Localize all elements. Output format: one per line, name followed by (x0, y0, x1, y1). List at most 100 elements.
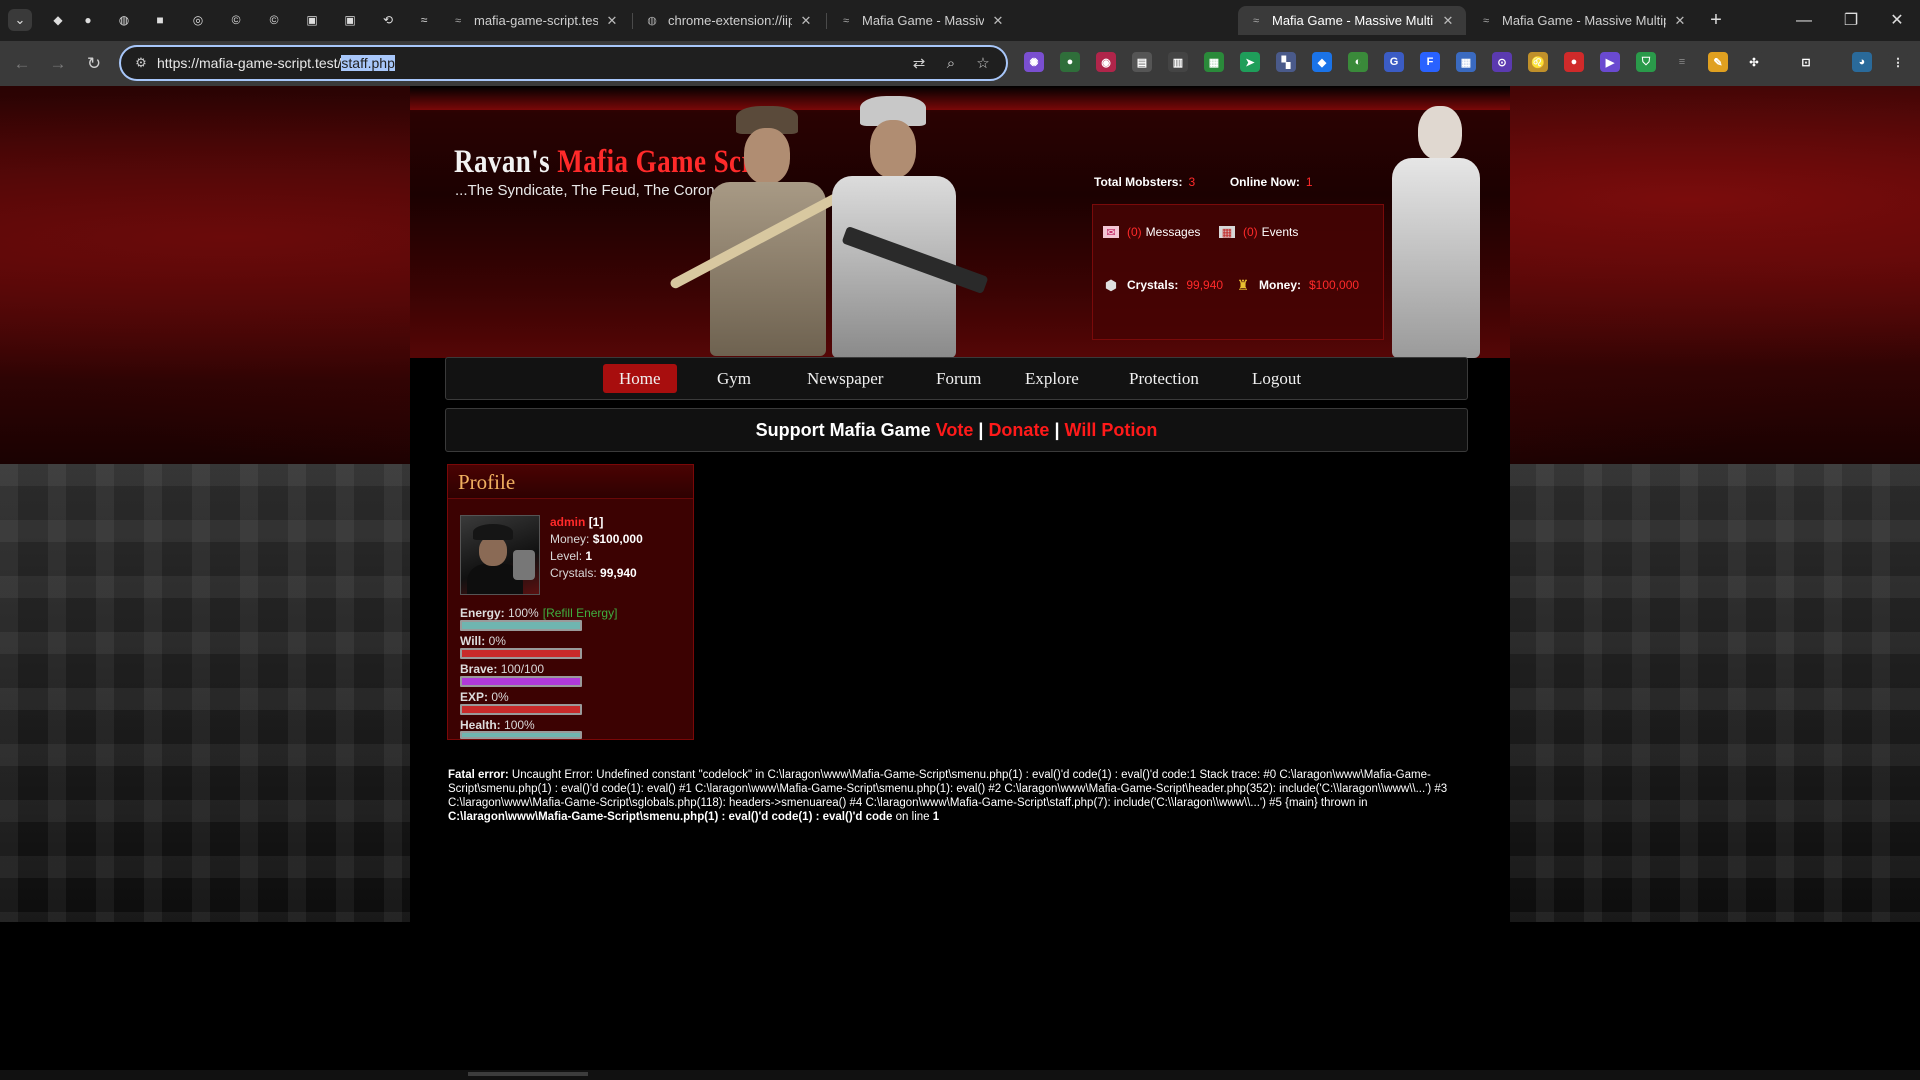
url-text[interactable]: https://mafia-game-script.test/staff.php (157, 55, 395, 71)
pinned-tab-web-icon[interactable]: ◎ (188, 10, 208, 30)
energy-bar-fill (462, 622, 580, 629)
reload-button[interactable]: ↻ (80, 50, 108, 78)
bookmark-star-icon[interactable]: ☆ (973, 54, 993, 74)
address-bar[interactable]: ⚙ https://mafia-game-script.test/staff.p… (119, 45, 1008, 81)
nav-gym[interactable]: Gym (701, 364, 767, 393)
pinned-tab-shield-icon[interactable]: ▣ (302, 10, 322, 30)
extension-table-icon[interactable]: ▦ (1456, 52, 1476, 72)
exp-bar (460, 704, 582, 715)
forward-button[interactable]: → (44, 50, 72, 78)
donate-link[interactable]: Donate (988, 420, 1049, 440)
extension-print-icon[interactable]: ▤ (1132, 52, 1152, 72)
scrollbar-thumb[interactable] (468, 1072, 588, 1076)
pinned-tab-code2-icon[interactable]: ≈ (414, 10, 434, 30)
nav-forum[interactable]: Forum (920, 364, 997, 393)
main-navigation: Home Gym Newspaper Forum Explore Protect… (445, 357, 1468, 400)
health-value: 100% (504, 718, 535, 732)
money-row: Money: $100,000 (550, 532, 643, 546)
extension-puzzle-icon[interactable]: ✺ (1024, 52, 1044, 72)
extension-red-icon[interactable]: ● (1564, 52, 1584, 72)
nav-protection[interactable]: Protection (1113, 364, 1215, 393)
pinned-tab-c-icon[interactable]: © (226, 10, 246, 30)
extension-hidden-icon[interactable]: ≡ (1672, 52, 1692, 72)
brave-bar (460, 676, 582, 687)
tab-test-staff[interactable]: ≈ mafia-game-script.test/test_st ✕ (440, 6, 630, 35)
pinned-tab-code-icon[interactable]: ⟲ (378, 10, 398, 30)
code-icon: ≈ (1252, 14, 1260, 27)
horizontal-scrollbar[interactable] (0, 1070, 1920, 1080)
nav-home[interactable]: Home (603, 364, 677, 393)
site-info-icon[interactable]: ⚙ (133, 55, 149, 71)
extension-shield-icon[interactable]: ⛉ (1636, 52, 1656, 72)
code-icon: ≈ (842, 14, 850, 27)
close-window-button[interactable]: ✕ (1874, 6, 1920, 36)
extension-green-icon[interactable]: ● (1060, 52, 1080, 72)
extensions-menu-icon[interactable]: ✣ (1744, 52, 1764, 72)
close-tab-icon[interactable]: ✕ (1440, 13, 1456, 29)
extension-record-icon[interactable]: ◉ (1096, 52, 1116, 72)
nav-newspaper[interactable]: Newspaper (791, 364, 899, 393)
extension-video-icon[interactable]: ▶ (1600, 52, 1620, 72)
extension-pen-icon[interactable]: ✎ (1708, 52, 1728, 72)
envelope-icon: ✉ (1103, 226, 1119, 239)
vote-link[interactable]: Vote (936, 420, 974, 440)
tab-chrome-extension[interactable]: ◍ chrome-extension://iipjdmnoi ✕ (634, 6, 824, 35)
extension-badge-icon[interactable]: ▦ (1204, 52, 1224, 72)
pinned-tab-shield2-icon[interactable]: ▣ (340, 10, 360, 30)
extension-translate-icon[interactable]: G (1384, 52, 1404, 72)
support-bar: Support Mafia Game Vote | Donate | Will … (445, 408, 1468, 452)
back-button[interactable]: ← (8, 50, 36, 78)
energy-value: 100% (508, 606, 539, 620)
pinned-tab-app-icon[interactable]: ■ (150, 10, 170, 30)
money-value: $100,000 (592, 532, 643, 546)
pinned-tab-bookmark-icon[interactable]: ◆ (48, 10, 68, 30)
extension-eye-icon[interactable]: ◐ (1348, 52, 1368, 72)
profile-avatar-icon[interactable]: ◕ (1852, 52, 1872, 72)
new-tab-button[interactable]: + (1704, 8, 1728, 32)
tab-mafia-game-1[interactable]: ≈ Mafia Game - Massive Multipl ✕ (828, 6, 1016, 35)
extension-f-icon[interactable]: F (1420, 52, 1440, 72)
calendar-icon: ▦ (1219, 226, 1235, 239)
money-label: Money: (550, 532, 590, 546)
pinned-tab-c2-icon[interactable]: © (264, 10, 284, 30)
extension-counter-icon[interactable]: ⊙ (1492, 52, 1512, 72)
extension-grid-icon[interactable]: ▚ (1276, 52, 1296, 72)
nav-explore[interactable]: Explore (1009, 364, 1095, 393)
close-tab-icon[interactable]: ✕ (604, 13, 620, 29)
extension-diamond-icon[interactable]: ◆ (1312, 52, 1332, 72)
close-tab-icon[interactable]: ✕ (990, 13, 1006, 29)
close-tab-icon[interactable]: ✕ (798, 13, 814, 29)
error-line: 1 (932, 811, 940, 823)
messages-link[interactable]: ✉ (0) Messages (1103, 225, 1200, 239)
tab-mafia-game-active[interactable]: ≈ Mafia Game - Massive Multipl ✕ (1238, 6, 1466, 35)
extension-reader-icon[interactable]: ▥ (1168, 52, 1188, 72)
zoom-icon[interactable]: ⌕ (941, 54, 961, 74)
tab-search-button[interactable]: ⌄ (8, 9, 32, 31)
level-value: 1 (585, 549, 593, 563)
nav-logout[interactable]: Logout (1236, 364, 1317, 393)
close-tab-icon[interactable]: ✕ (1672, 13, 1688, 29)
level-row: Level: 1 (550, 549, 592, 563)
translate-icon[interactable]: ⇄ (909, 54, 929, 74)
tab-mafia-game-3[interactable]: ≈ Mafia Game - Massive Multipl ✕ (1468, 6, 1698, 35)
refill-energy-link[interactable]: [Refill Energy] (543, 606, 618, 620)
health-bar (460, 731, 582, 739)
screenshot-icon[interactable]: ⊡ (1796, 52, 1816, 72)
extension-send-icon[interactable]: ➤ (1240, 52, 1260, 72)
avatar[interactable] (460, 515, 540, 595)
browser-menu-icon[interactable]: ⋮ (1888, 52, 1908, 72)
error-prefix: Fatal error: (448, 769, 509, 781)
extension-lion-icon[interactable]: ♌ (1528, 52, 1548, 72)
crystals-stat: ⬢ Crystals: 99,940 (1103, 277, 1223, 293)
minimize-button[interactable]: — (1781, 6, 1827, 36)
site-stats: Total Mobsters: 3 Online Now: 1 (1094, 175, 1313, 189)
health-label: Health: 100% (460, 718, 535, 732)
messages-count: (0) (1127, 225, 1142, 239)
player-name-link[interactable]: admin (550, 515, 585, 529)
pinned-tab-globe-icon[interactable]: ◍ (114, 10, 134, 30)
will-potion-link[interactable]: Will Potion (1065, 420, 1158, 440)
events-link[interactable]: ▦ (0) Events (1219, 225, 1298, 239)
restore-button[interactable]: ❐ (1828, 6, 1874, 36)
profile-panel: Profile admin [1] Money: $100,000 Level:… (447, 464, 694, 740)
pinned-tab-github-icon[interactable]: ● (78, 10, 98, 30)
